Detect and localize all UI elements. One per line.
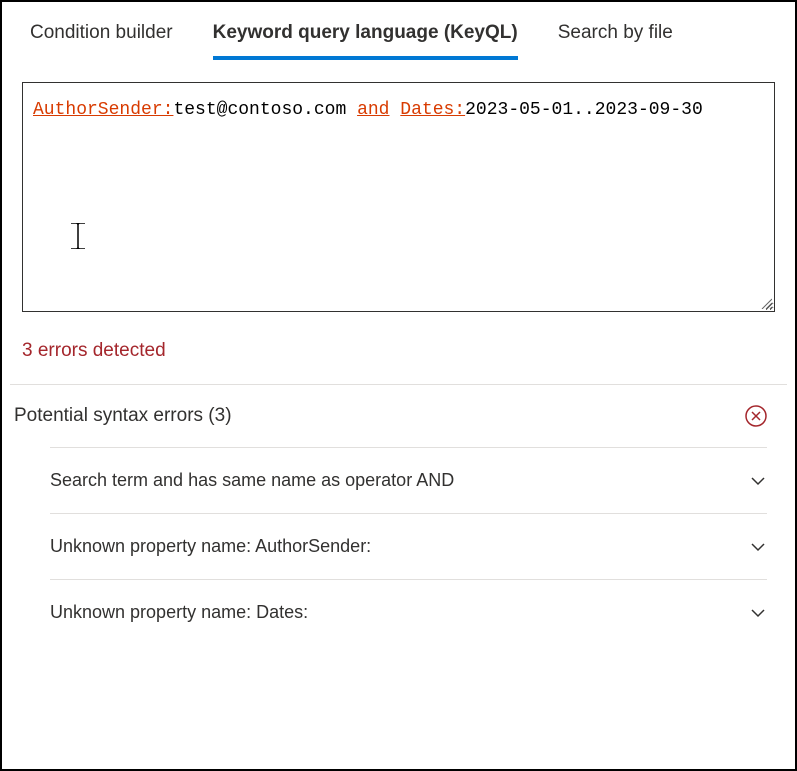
query-token-property-error: Dates:	[400, 100, 465, 120]
query-token-value: test@contoso.com	[173, 100, 357, 120]
query-input[interactable]: AuthorSender:test@contoso.com and Dates:…	[22, 82, 775, 312]
query-token-value: 2023-05-01..2023-09-30	[465, 100, 703, 120]
tab-keyql[interactable]: Keyword query language (KeyQL)	[213, 22, 518, 60]
resize-handle-icon[interactable]	[760, 297, 772, 309]
errors-section-title: Potential syntax errors (3)	[14, 405, 232, 427]
chevron-down-icon	[749, 472, 767, 490]
query-token-property-error: AuthorSender:	[33, 100, 173, 120]
error-item-text: Unknown property name: AuthorSender:	[50, 536, 371, 557]
error-item[interactable]: Unknown property name: AuthorSender:	[50, 513, 767, 579]
error-summary-text: 3 errors detected	[22, 340, 775, 384]
tab-bar: Condition builder Keyword query language…	[2, 2, 795, 60]
close-icon[interactable]	[745, 405, 767, 427]
tab-search-by-file[interactable]: Search by file	[558, 22, 673, 60]
error-item[interactable]: Search term and has same name as operato…	[50, 447, 767, 513]
query-token-operator-error: and	[357, 100, 389, 120]
error-list: Search term and has same name as operato…	[2, 447, 795, 645]
text-cursor-icon	[71, 223, 85, 260]
errors-section-header: Potential syntax errors (3)	[2, 385, 795, 447]
error-item-text: Search term and has same name as operato…	[50, 470, 454, 491]
query-token-space	[389, 100, 400, 120]
tab-condition-builder[interactable]: Condition builder	[30, 22, 173, 60]
error-item-text: Unknown property name: Dates:	[50, 602, 308, 623]
chevron-down-icon	[749, 538, 767, 556]
chevron-down-icon	[749, 604, 767, 622]
error-item[interactable]: Unknown property name: Dates:	[50, 579, 767, 645]
